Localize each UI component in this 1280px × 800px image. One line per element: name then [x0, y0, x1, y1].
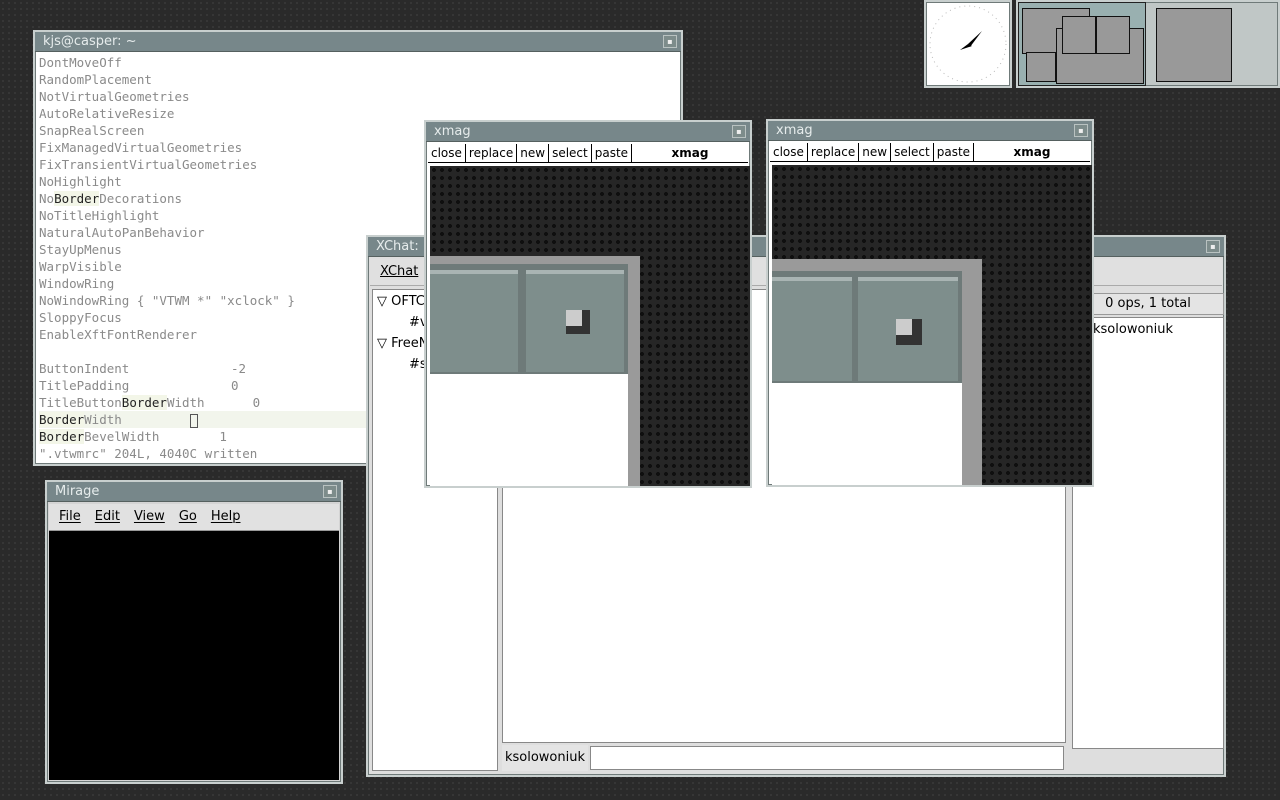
clock-face — [929, 5, 1007, 83]
menu-edit[interactable]: Edit — [95, 509, 120, 524]
replace-button[interactable]: replace — [466, 144, 518, 162]
config-text: TitleButton — [39, 395, 122, 410]
paste-button[interactable]: paste — [934, 143, 975, 161]
magnified-view[interactable] — [772, 165, 1092, 485]
menu-view[interactable]: View — [134, 509, 165, 524]
new-button[interactable]: new — [517, 144, 550, 162]
expander-icon[interactable]: ▽ — [377, 336, 387, 351]
paste-button[interactable]: paste — [592, 144, 633, 162]
magnified-pane — [430, 270, 518, 372]
menu-xchat[interactable]: XChat — [380, 264, 418, 279]
config-line: NotVirtualGeometries — [39, 89, 190, 104]
chat-input[interactable] — [590, 746, 1064, 770]
select-button[interactable]: select — [891, 143, 934, 161]
config-line: RandomPlacement — [39, 72, 152, 87]
xmag-title: xmag — [776, 123, 813, 138]
menu-go[interactable]: Go — [179, 509, 197, 524]
xmag-window-1[interactable]: xmag ▪ close replace new select paste xm… — [424, 120, 752, 488]
window-menu-button[interactable]: ▪ — [732, 125, 746, 138]
xmag-label: xmag — [671, 146, 709, 160]
new-button[interactable]: new — [859, 143, 892, 161]
config-value: 1 — [219, 429, 227, 444]
pager-window[interactable] — [1062, 16, 1096, 54]
config-text: Decorations — [99, 191, 183, 206]
terminal-title: kjs@casper: ~ — [43, 34, 137, 49]
magnified-body — [772, 383, 962, 485]
magnified-icon-highlight — [566, 310, 582, 326]
text-cursor — [189, 413, 198, 428]
mirage-titlebar[interactable]: Mirage ▪ — [47, 482, 341, 502]
select-button[interactable]: select — [549, 144, 592, 162]
search-highlight: Border — [39, 429, 85, 444]
image-canvas[interactable] — [49, 531, 339, 780]
config-key: TitlePadding — [39, 378, 130, 393]
config-value: -2 — [231, 361, 247, 376]
close-button[interactable]: close — [770, 143, 808, 161]
menu-file[interactable]: File — [59, 509, 81, 524]
xchat-title: XChat: — [376, 239, 419, 254]
xclock-window — [924, 0, 1012, 88]
xmag-titlebar[interactable]: xmag ▪ — [768, 121, 1092, 141]
user-list[interactable]: ksolowoniuk — [1072, 317, 1224, 749]
mirage-window[interactable]: Mirage ▪ File Edit View Go Help — [45, 480, 343, 784]
mirage-menubar: File Edit View Go Help — [49, 504, 339, 531]
pager-window[interactable] — [1156, 8, 1232, 82]
server-label: FreeN — [391, 336, 429, 351]
xmag-toolbar: close replace new select paste xmag — [428, 144, 748, 163]
config-text: Width — [84, 412, 122, 427]
menu-help[interactable]: Help — [211, 509, 241, 524]
window-menu-button[interactable]: ▪ — [1074, 124, 1088, 137]
magnified-view[interactable] — [430, 166, 750, 486]
magnified-body — [430, 374, 628, 486]
config-line: DontMoveOff — [39, 55, 122, 70]
config-key: ButtonIndent — [39, 361, 130, 376]
search-highlight: Border — [121, 395, 167, 410]
search-highlight: Border — [54, 191, 100, 206]
terminal-titlebar[interactable]: kjs@casper: ~ ▪ — [35, 32, 681, 52]
window-menu-button[interactable]: ▪ — [663, 35, 677, 48]
config-text: BevelWidth — [84, 429, 160, 444]
virtual-desktop-pager[interactable] — [1016, 0, 1280, 88]
magnified-pane — [772, 277, 852, 381]
xmag-label: xmag — [1013, 145, 1051, 159]
xmag-toolbar: close replace new select paste xmag — [770, 143, 1090, 162]
magnified-icon-highlight — [896, 319, 912, 335]
close-button[interactable]: close — [428, 144, 466, 162]
pager-window[interactable] — [1096, 16, 1130, 54]
xmag-window-2[interactable]: xmag ▪ close replace new select paste xm… — [766, 119, 1094, 487]
config-text: No — [39, 191, 55, 206]
pager-window[interactable] — [1026, 52, 1056, 82]
expander-icon[interactable]: ▽ — [377, 294, 387, 309]
xmag-title: xmag — [434, 124, 471, 139]
config-value: 0 — [231, 378, 239, 393]
ops-count: 0 ops, 1 total — [1072, 293, 1224, 315]
search-highlight: Border — [39, 412, 85, 427]
replace-button[interactable]: replace — [808, 143, 860, 161]
xmag-titlebar[interactable]: xmag ▪ — [426, 122, 750, 142]
nick-button[interactable]: ksolowoniuk — [502, 745, 588, 771]
config-value: 0 — [252, 395, 261, 410]
user-entry[interactable]: ksolowoniuk — [1073, 318, 1223, 337]
mirage-title: Mirage — [55, 484, 100, 499]
server-label: OFTC — [391, 294, 425, 309]
config-text: Width — [166, 395, 205, 410]
window-menu-button[interactable]: ▪ — [1206, 240, 1220, 253]
window-menu-button[interactable]: ▪ — [323, 485, 337, 498]
